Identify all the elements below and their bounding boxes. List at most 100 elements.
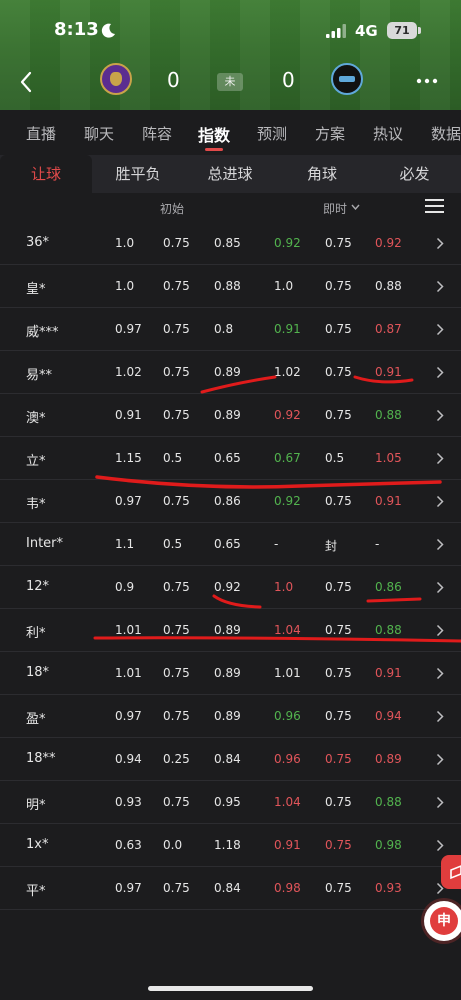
odds-row[interactable]: 立* 1.15 0.5 0.65 0.67 0.5 1.05 [0,437,461,480]
initial-home-odds: 1.02 [115,365,142,379]
live-away-odds: 0.88 [375,279,402,293]
initial-home-odds: 1.0 [115,236,135,250]
initial-home-odds: 0.93 [115,795,142,809]
odds-row[interactable]: 1x* 0.63 0.0 1.18 0.91 0.75 0.98 [0,824,461,867]
initial-handicap: 0.5 [163,537,183,551]
odds-row[interactable]: 韦* 0.97 0.75 0.86 0.92 0.75 0.91 [0,480,461,523]
back-arrow-icon[interactable] [18,70,34,94]
odds-row[interactable]: 明* 0.93 0.75 0.95 1.04 0.75 0.88 [0,781,461,824]
chevron-right-icon[interactable] [436,710,444,723]
initial-home-odds: 0.9 [115,580,135,594]
chevron-right-icon[interactable] [436,796,444,809]
bookmaker-name: 平* [26,884,46,899]
share-button[interactable] [441,855,461,889]
odds-row[interactable]: 12* 0.9 0.75 0.92 1.0 0.75 0.86 [0,566,461,609]
menu-icon[interactable] [425,198,444,214]
odds-row[interactable]: 18* 1.01 0.75 0.89 1.01 0.75 0.91 [0,652,461,695]
floating-action-button[interactable]: 申 [424,901,461,941]
subtab-betfair[interactable]: 必发 [368,155,461,193]
live-home-odds: 1.02 [274,365,301,379]
live-home-odds: 0.92 [274,408,301,422]
live-home-odds: 1.01 [274,666,301,680]
tab-live[interactable]: 直播 [26,123,56,144]
subtab-win-draw-loss[interactable]: 胜平负 [92,155,184,193]
initial-handicap: 0.5 [163,451,183,465]
odds-row[interactable]: Inter* 1.1 0.5 0.65 - 封 - [0,523,461,566]
odds-row[interactable]: 36* 1.0 0.75 0.85 0.92 0.75 0.92 [0,222,461,265]
initial-away-odds: 0.89 [214,365,241,379]
live-handicap: 0.75 [325,279,352,293]
chevron-right-icon[interactable] [436,839,444,852]
chevron-right-icon[interactable] [436,409,444,422]
chevron-right-icon[interactable] [436,366,444,379]
home-team-logo[interactable] [100,63,132,95]
odds-row[interactable]: 平* 0.97 0.75 0.84 0.98 0.75 0.93 [0,867,461,910]
initial-handicap: 0.75 [163,623,190,637]
initial-home-odds: 0.97 [115,881,142,895]
home-score: 0 [167,68,180,92]
tab-discussion[interactable]: 热议 [373,123,403,144]
live-handicap: 0.75 [325,494,352,508]
initial-home-odds: 0.97 [115,322,142,336]
live-handicap: 0.75 [325,623,352,637]
chevron-right-icon[interactable] [436,237,444,250]
odds-row[interactable]: 威*** 0.97 0.75 0.8 0.91 0.75 0.87 [0,308,461,351]
initial-handicap: 0.0 [163,838,183,852]
sub-tab-bar: 让球 胜平负 总进球 角球 必发 [0,155,461,193]
chevron-right-icon[interactable] [436,323,444,336]
initial-handicap: 0.75 [163,580,190,594]
tab-chat[interactable]: 聊天 [84,123,114,144]
subtab-total-goals[interactable]: 总进球 [184,155,276,193]
chevron-right-icon[interactable] [436,452,444,465]
chevron-right-icon[interactable] [436,495,444,508]
odds-row[interactable]: 18** 0.94 0.25 0.84 0.96 0.75 0.89 [0,738,461,781]
bookmaker-name: 澳* [26,411,46,426]
tab-lineup[interactable]: 阵容 [142,123,172,144]
chevron-right-icon[interactable] [436,538,444,551]
odds-row[interactable]: 盈* 0.97 0.75 0.89 0.96 0.75 0.94 [0,695,461,738]
live-away-odds: 0.88 [375,795,402,809]
odds-row[interactable]: 易** 1.02 0.75 0.89 1.02 0.75 0.91 [0,351,461,394]
subtab-handicap[interactable]: 让球 [0,155,92,193]
tab-data[interactable]: 数据 [431,123,461,144]
share-icon [450,865,461,880]
status-time: 8:13 [54,19,99,40]
chevron-right-icon[interactable] [436,624,444,637]
chevron-right-icon[interactable] [436,667,444,680]
live-home-odds: 1.04 [274,795,301,809]
live-home-odds: 0.98 [274,881,301,895]
initial-handicap: 0.75 [163,795,190,809]
live-home-odds: 0.92 [274,494,301,508]
tab-prediction[interactable]: 预测 [257,123,287,144]
tab-plans[interactable]: 方案 [315,123,345,144]
initial-home-odds: 0.91 [115,408,142,422]
chevron-right-icon[interactable] [436,581,444,594]
initial-handicap: 0.75 [163,709,190,723]
initial-away-odds: 0.65 [214,451,241,465]
live-column-label[interactable]: 即时 [323,200,347,217]
away-score: 0 [282,68,295,92]
initial-away-odds: 0.85 [214,236,241,250]
bookmaker-name: 易** [26,368,53,383]
tab-odds[interactable]: 指数 [198,122,230,146]
initial-home-odds: 0.97 [115,494,142,508]
odds-row[interactable]: 皇* 1.0 0.75 0.88 1.0 0.75 0.88 [0,265,461,308]
bookmaker-name: 18** [26,751,56,766]
more-icon[interactable] [416,78,438,84]
live-handicap: 0.75 [325,881,352,895]
bookmaker-name: 18* [26,665,50,680]
bookmaker-name: 立* [26,454,46,469]
live-handicap: 0.75 [325,666,352,680]
live-home-odds: 1.0 [274,580,294,594]
bookmaker-name: 皇* [26,282,46,297]
initial-home-odds: 1.0 [115,279,135,293]
odds-row[interactable]: 澳* 0.91 0.75 0.89 0.92 0.75 0.88 [0,394,461,437]
subtab-corners[interactable]: 角球 [276,155,368,193]
odds-row[interactable]: 利* 1.01 0.75 0.89 1.04 0.75 0.88 [0,609,461,652]
live-home-odds: 0.91 [274,838,301,852]
chevron-right-icon[interactable] [436,280,444,293]
away-team-logo[interactable] [331,63,363,95]
chevron-down-icon[interactable] [351,204,360,210]
chevron-right-icon[interactable] [436,753,444,766]
initial-away-odds: 0.89 [214,408,241,422]
